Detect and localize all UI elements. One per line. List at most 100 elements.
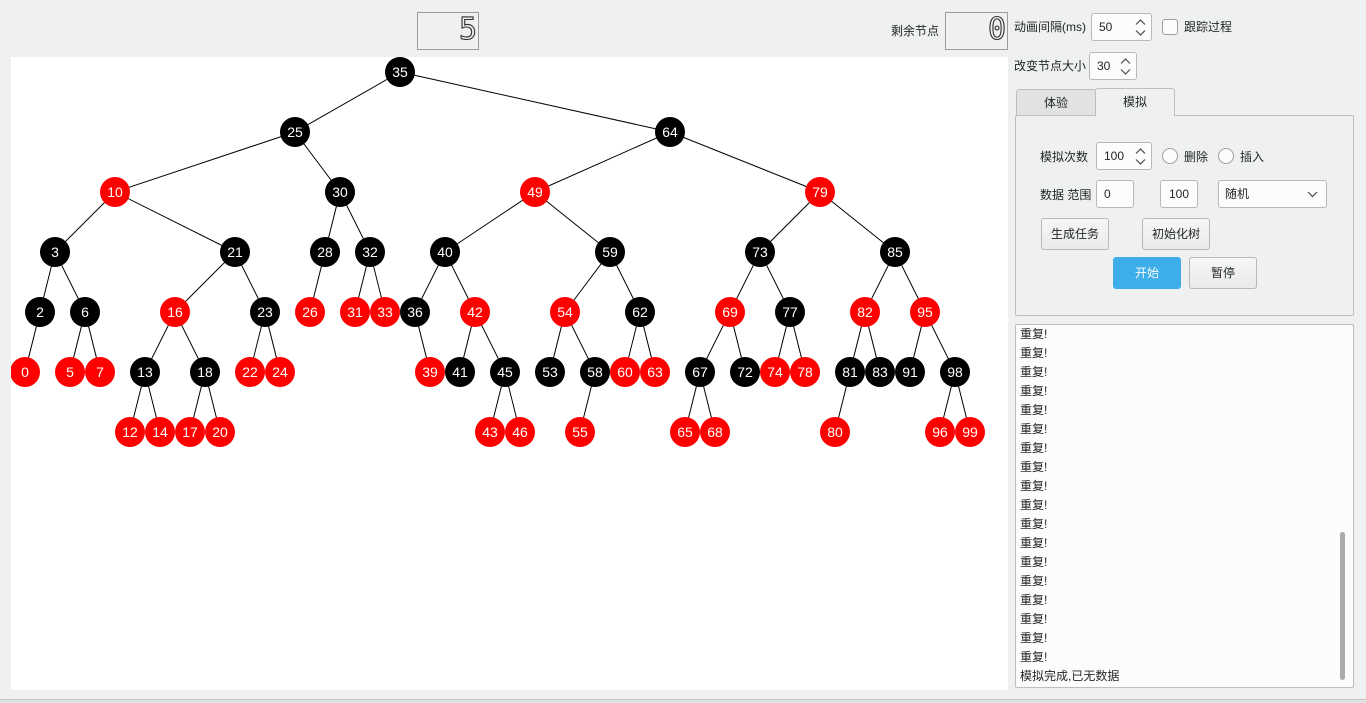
node-key-label: 83 [872, 364, 888, 380]
tree-node: 81 [835, 357, 865, 387]
tree-node: 35 [385, 57, 415, 87]
log-line: 重复! [1020, 346, 1048, 360]
log-line: 重复! [1020, 441, 1048, 455]
tree-node: 0 [11, 357, 40, 387]
spin-arrows-icon[interactable] [1135, 147, 1146, 166]
node-key-label: 5 [66, 364, 74, 380]
tree-node: 42 [460, 297, 490, 327]
log-scrollbar-thumb[interactable] [1340, 532, 1345, 680]
log-line: 重复! [1020, 536, 1048, 550]
node-key-label: 26 [302, 304, 318, 320]
tree-node: 91 [895, 357, 925, 387]
node-key-label: 91 [902, 364, 918, 380]
trace-process-checkbox[interactable] [1162, 19, 1178, 35]
node-key-label: 22 [242, 364, 258, 380]
pause-button[interactable]: 暂停 [1189, 257, 1257, 289]
chevron-down-icon[interactable] [1307, 191, 1318, 198]
tree-node: 17 [175, 417, 205, 447]
tree-node: 46 [505, 417, 535, 447]
node-key-label: 82 [857, 304, 873, 320]
tree-node: 54 [550, 297, 580, 327]
generate-task-button[interactable]: 生成任务 [1041, 218, 1109, 250]
delete-radio-label[interactable]: 删除 [1184, 149, 1208, 165]
node-key-label: 69 [722, 304, 738, 320]
node-key-label: 73 [752, 244, 768, 260]
tree-node: 24 [265, 357, 295, 387]
trace-process-label[interactable]: 跟踪过程 [1184, 19, 1232, 35]
tree-node: 69 [715, 297, 745, 327]
tab-simulation[interactable]: 模拟 [1095, 88, 1175, 116]
node-key-label: 17 [182, 424, 198, 440]
tree-node: 80 [820, 417, 850, 447]
tree-node: 2 [25, 297, 55, 327]
log-line: 重复! [1020, 479, 1048, 493]
node-key-label: 85 [887, 244, 903, 260]
node-key-label: 65 [677, 424, 693, 440]
init-tree-button[interactable]: 初始化树 [1142, 218, 1210, 250]
range-max-input[interactable]: 100 [1160, 180, 1198, 208]
tree-node: 60 [610, 357, 640, 387]
start-button[interactable]: 开始 [1113, 257, 1181, 289]
tree-node: 77 [775, 297, 805, 327]
tree-node: 13 [130, 357, 160, 387]
node-key-label: 53 [542, 364, 558, 380]
node-key-label: 7 [96, 364, 104, 380]
tree-node: 33 [370, 297, 400, 327]
spin-arrows-icon[interactable] [1120, 57, 1131, 76]
animation-interval-spinbox[interactable]: 50 [1091, 13, 1152, 41]
tree-node: 63 [640, 357, 670, 387]
node-key-label: 40 [437, 244, 453, 260]
node-key-label: 21 [227, 244, 243, 260]
node-size-value: 30 [1097, 59, 1111, 73]
tree-node: 83 [865, 357, 895, 387]
insert-radio-label[interactable]: 插入 [1240, 149, 1264, 165]
node-key-label: 77 [782, 304, 798, 320]
node-key-label: 74 [767, 364, 783, 380]
tree-node: 72 [730, 357, 760, 387]
node-key-label: 39 [422, 364, 438, 380]
tree-node: 21 [220, 237, 250, 267]
node-key-label: 33 [377, 304, 393, 320]
tree-node: 12 [115, 417, 145, 447]
node-key-label: 60 [617, 364, 633, 380]
node-key-label: 32 [362, 244, 378, 260]
mode-select[interactable]: 随机 [1218, 180, 1327, 208]
tree-node: 55 [565, 417, 595, 447]
spin-arrows-icon[interactable] [1135, 18, 1146, 37]
node-key-label: 68 [707, 424, 723, 440]
node-key-label: 98 [947, 364, 963, 380]
delete-radio[interactable] [1162, 148, 1178, 164]
node-key-label: 49 [527, 184, 543, 200]
tree-node: 10 [100, 177, 130, 207]
node-key-label: 20 [212, 424, 228, 440]
tree-node: 49 [520, 177, 550, 207]
tree-node: 96 [925, 417, 955, 447]
node-key-label: 0 [21, 364, 29, 380]
node-key-label: 3 [51, 244, 59, 260]
node-size-label: 改变节点大小 [1014, 59, 1087, 73]
node-key-label: 31 [347, 304, 363, 320]
simulation-count-spinbox[interactable]: 100 [1096, 142, 1152, 170]
remaining-nodes-digits: 0 [987, 12, 1006, 47]
node-key-label: 80 [827, 424, 843, 440]
node-key-label: 59 [602, 244, 618, 260]
node-key-label: 96 [932, 424, 948, 440]
tab-experience[interactable]: 体验 [1016, 89, 1096, 116]
range-min-input[interactable]: 0 [1096, 180, 1134, 208]
log-line: 重复! [1020, 498, 1048, 512]
tree-node: 23 [250, 297, 280, 327]
tree-node: 26 [295, 297, 325, 327]
node-key-label: 45 [497, 364, 513, 380]
remaining-nodes-label: 剩余节点 [891, 24, 940, 38]
node-key-label: 23 [257, 304, 273, 320]
tree-node: 59 [595, 237, 625, 267]
tree-node: 41 [445, 357, 475, 387]
log-line: 重复! [1020, 593, 1048, 607]
tree-node: 58 [580, 357, 610, 387]
node-key-label: 25 [287, 124, 303, 140]
log-output[interactable]: 重复! 重复! 重复! 重复! 重复! 重复! 重复! 重复! 重复! 重复! 重复! 重复! 重复! 重… [1015, 324, 1354, 688]
log-line: 重复! [1020, 403, 1048, 417]
node-size-spinbox[interactable]: 30 [1089, 52, 1137, 80]
insert-radio[interactable] [1218, 148, 1234, 164]
node-key-label: 28 [317, 244, 333, 260]
